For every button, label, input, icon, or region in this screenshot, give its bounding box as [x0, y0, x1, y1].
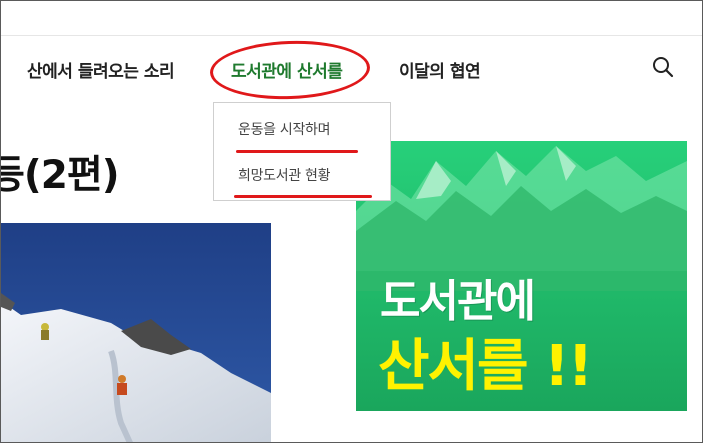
nav-item-mountain-sounds[interactable]: 산에서 들려오는 소리: [27, 57, 175, 82]
nav-dropdown-menu: 운동을 시작하며 희망도서관 현황: [213, 102, 391, 201]
dropdown-item-getting-started[interactable]: 운동을 시작하며: [238, 119, 331, 139]
nav-item-monthly-collab[interactable]: 이달의 협연: [399, 57, 481, 82]
mountain-climbing-photo[interactable]: [1, 223, 271, 442]
banner-line2: 산서를 !!: [378, 334, 593, 399]
browser-frame: 산에서 들려오는 소리 도서관에 산서를 이달의 협연 등(2편) 도서관에 산…: [0, 0, 703, 443]
top-bar: [1, 1, 702, 36]
annotation-underline: [234, 195, 372, 198]
article-title: 등(2편): [0, 153, 120, 198]
banner-line1: 도서관에: [380, 276, 536, 327]
search-icon[interactable]: [652, 56, 674, 78]
annotation-underline: [236, 150, 358, 153]
dropdown-item-library-status[interactable]: 희망도서관 현황: [238, 165, 331, 185]
library-mountain-books-banner[interactable]: 도서관에 산서를 !!: [356, 141, 687, 411]
